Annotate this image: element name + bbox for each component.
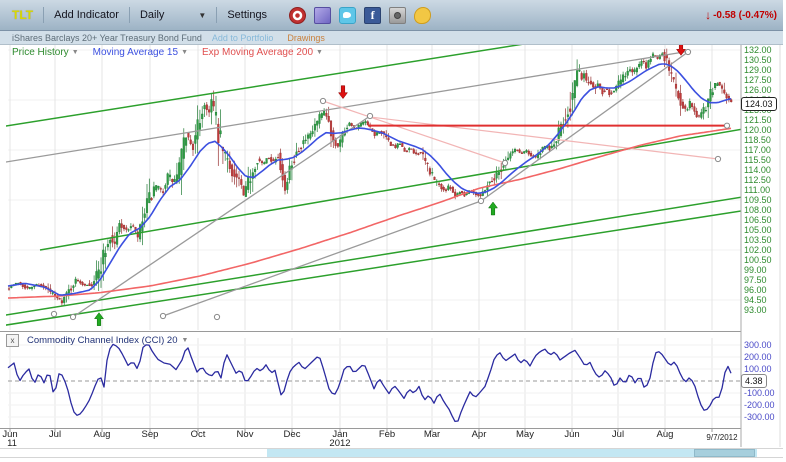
period-dropdown[interactable]: Daily ▼ [140, 9, 206, 21]
axis-labels: 132.00130.50129.00127.50126.00124.50123.… [2, 45, 774, 449]
time-scrollbar[interactable] [0, 448, 783, 458]
toolbar-divider [216, 7, 217, 23]
svg-text:109.50: 109.50 [744, 195, 772, 205]
chevron-down-icon: ▼ [198, 11, 206, 20]
cci-value-tag: 4.38 [741, 374, 767, 388]
chart-canvas[interactable]: 132.00130.50129.00127.50126.00124.50123.… [0, 0, 786, 462]
svg-text:Nov: Nov [237, 429, 254, 440]
svg-text:100.50: 100.50 [744, 255, 772, 265]
trendlines[interactable] [0, 38, 786, 326]
svg-text:100.00: 100.00 [744, 364, 772, 374]
svg-text:112.50: 112.50 [744, 175, 771, 185]
svg-text:Apr: Apr [472, 429, 487, 440]
clock-icon[interactable] [289, 7, 306, 24]
price-history-dropdown[interactable]: Price History ▼ [12, 47, 79, 58]
svg-text:127.50: 127.50 [744, 75, 772, 85]
svg-text:130.50: 130.50 [744, 55, 772, 65]
svg-text:114.00: 114.00 [744, 165, 771, 175]
toolbar-divider [129, 7, 130, 23]
chart-legend: Price History ▼ Moving Average 15 ▼ Exp … [12, 47, 337, 58]
svg-text:97.50: 97.50 [744, 275, 767, 285]
moving-average-dropdown[interactable]: Moving Average 15 ▼ [93, 47, 188, 58]
svg-text:129.00: 129.00 [744, 65, 772, 75]
settings-button[interactable]: Settings [227, 9, 267, 21]
period-dropdown-value: Daily [140, 9, 164, 21]
subheader: iShares Barclays 20+ Year Treasury Bond … [0, 31, 783, 45]
chevron-down-icon: ▼ [181, 49, 188, 56]
svg-text:118.50: 118.50 [744, 135, 771, 145]
svg-text:Mar: Mar [424, 429, 440, 440]
svg-text:120.00: 120.00 [744, 125, 772, 135]
exp-moving-average-dropdown[interactable]: Exp Moving Average 200 ▼ [202, 47, 323, 58]
cci-line [8, 344, 731, 421]
close-icon[interactable]: x [6, 334, 19, 347]
svg-text:-100.00: -100.00 [744, 388, 775, 398]
twitter-icon[interactable] [339, 7, 356, 24]
exp-moving-average-label: Exp Moving Average 200 [202, 47, 313, 58]
svg-text:9/7/2012: 9/7/2012 [706, 433, 738, 442]
chevron-down-icon: ▼ [72, 49, 79, 56]
moving-average-label: Moving Average 15 [93, 47, 178, 58]
svg-text:Feb: Feb [379, 429, 395, 440]
drawing-handles[interactable] [51, 42, 729, 325]
svg-text:Aug: Aug [94, 429, 111, 440]
svg-text:Jul: Jul [49, 429, 61, 440]
svg-text:300.00: 300.00 [744, 340, 772, 350]
cube-icon[interactable] [314, 7, 331, 24]
svg-text:94.50: 94.50 [744, 295, 767, 305]
svg-text:132.00: 132.00 [744, 45, 772, 55]
toolbar: TLT Add Indicator Daily ▼ Settings f ↓ -… [0, 0, 783, 31]
svg-text:105.00: 105.00 [744, 225, 772, 235]
quote-change: ↓ -0.58 (-0.47%) [705, 8, 777, 22]
toolbar-divider [43, 7, 44, 23]
svg-text:108.00: 108.00 [744, 205, 772, 215]
change-value: -0.58 (-0.47%) [713, 10, 777, 21]
svg-text:99.00: 99.00 [744, 265, 767, 275]
chevron-down-icon: ▼ [316, 49, 323, 56]
price-history-label: Price History [12, 47, 69, 58]
svg-text:Oct: Oct [191, 429, 206, 440]
charting-app-window: TLT Add Indicator Daily ▼ Settings f ↓ -… [0, 0, 786, 462]
svg-text:93.00: 93.00 [744, 305, 767, 315]
twitter-bird-shape [343, 12, 351, 18]
last-price-tag: 124.03 [741, 97, 777, 111]
svg-text:Dec: Dec [284, 429, 301, 440]
svg-text:Sep: Sep [142, 429, 159, 440]
svg-text:200.00: 200.00 [744, 352, 772, 362]
svg-text:121.50: 121.50 [744, 115, 772, 125]
svg-text:117.00: 117.00 [744, 145, 771, 155]
svg-text:May: May [516, 429, 534, 440]
facebook-icon[interactable]: f [364, 7, 381, 24]
fund-name-label: iShares Barclays 20+ Year Treasury Bond … [12, 33, 202, 43]
camera-icon[interactable] [389, 7, 406, 24]
scrollbar-range [267, 449, 757, 457]
svg-text:96.00: 96.00 [744, 285, 767, 295]
svg-text:Jul: Jul [612, 429, 624, 440]
cci-panel-header: x Commodity Channel Index (CCI) 20 ▼ [6, 334, 188, 347]
camera-lens-shape [394, 12, 401, 19]
svg-text:103.50: 103.50 [744, 235, 772, 245]
svg-text:102.00: 102.00 [744, 245, 772, 255]
svg-text:115.50: 115.50 [744, 155, 771, 165]
add-indicator-button[interactable]: Add Indicator [54, 9, 119, 21]
svg-text:126.00: 126.00 [744, 85, 772, 95]
svg-text:106.50: 106.50 [744, 215, 772, 225]
buy-arrow-icon [489, 202, 498, 215]
svg-text:Aug: Aug [657, 429, 674, 440]
toolbar-icons: f [285, 7, 435, 24]
drawings-link[interactable]: Drawings [287, 33, 325, 43]
down-arrow-icon: ↓ [705, 8, 711, 22]
symbol-label[interactable]: TLT [12, 8, 33, 22]
scrollbar-thumb[interactable] [694, 449, 755, 457]
svg-text:111.00: 111.00 [744, 185, 770, 195]
cci-title-dropdown[interactable]: Commodity Channel Index (CCI) 20 [27, 335, 177, 346]
svg-text:-200.00: -200.00 [744, 400, 775, 410]
svg-text:-300.00: -300.00 [744, 412, 775, 422]
svg-text:Jun: Jun [564, 429, 579, 440]
chevron-down-icon: ▼ [181, 337, 188, 344]
candles [8, 49, 732, 306]
bird-icon[interactable] [414, 7, 431, 24]
add-to-portfolio-link[interactable]: Add to Portfolio [212, 33, 274, 43]
